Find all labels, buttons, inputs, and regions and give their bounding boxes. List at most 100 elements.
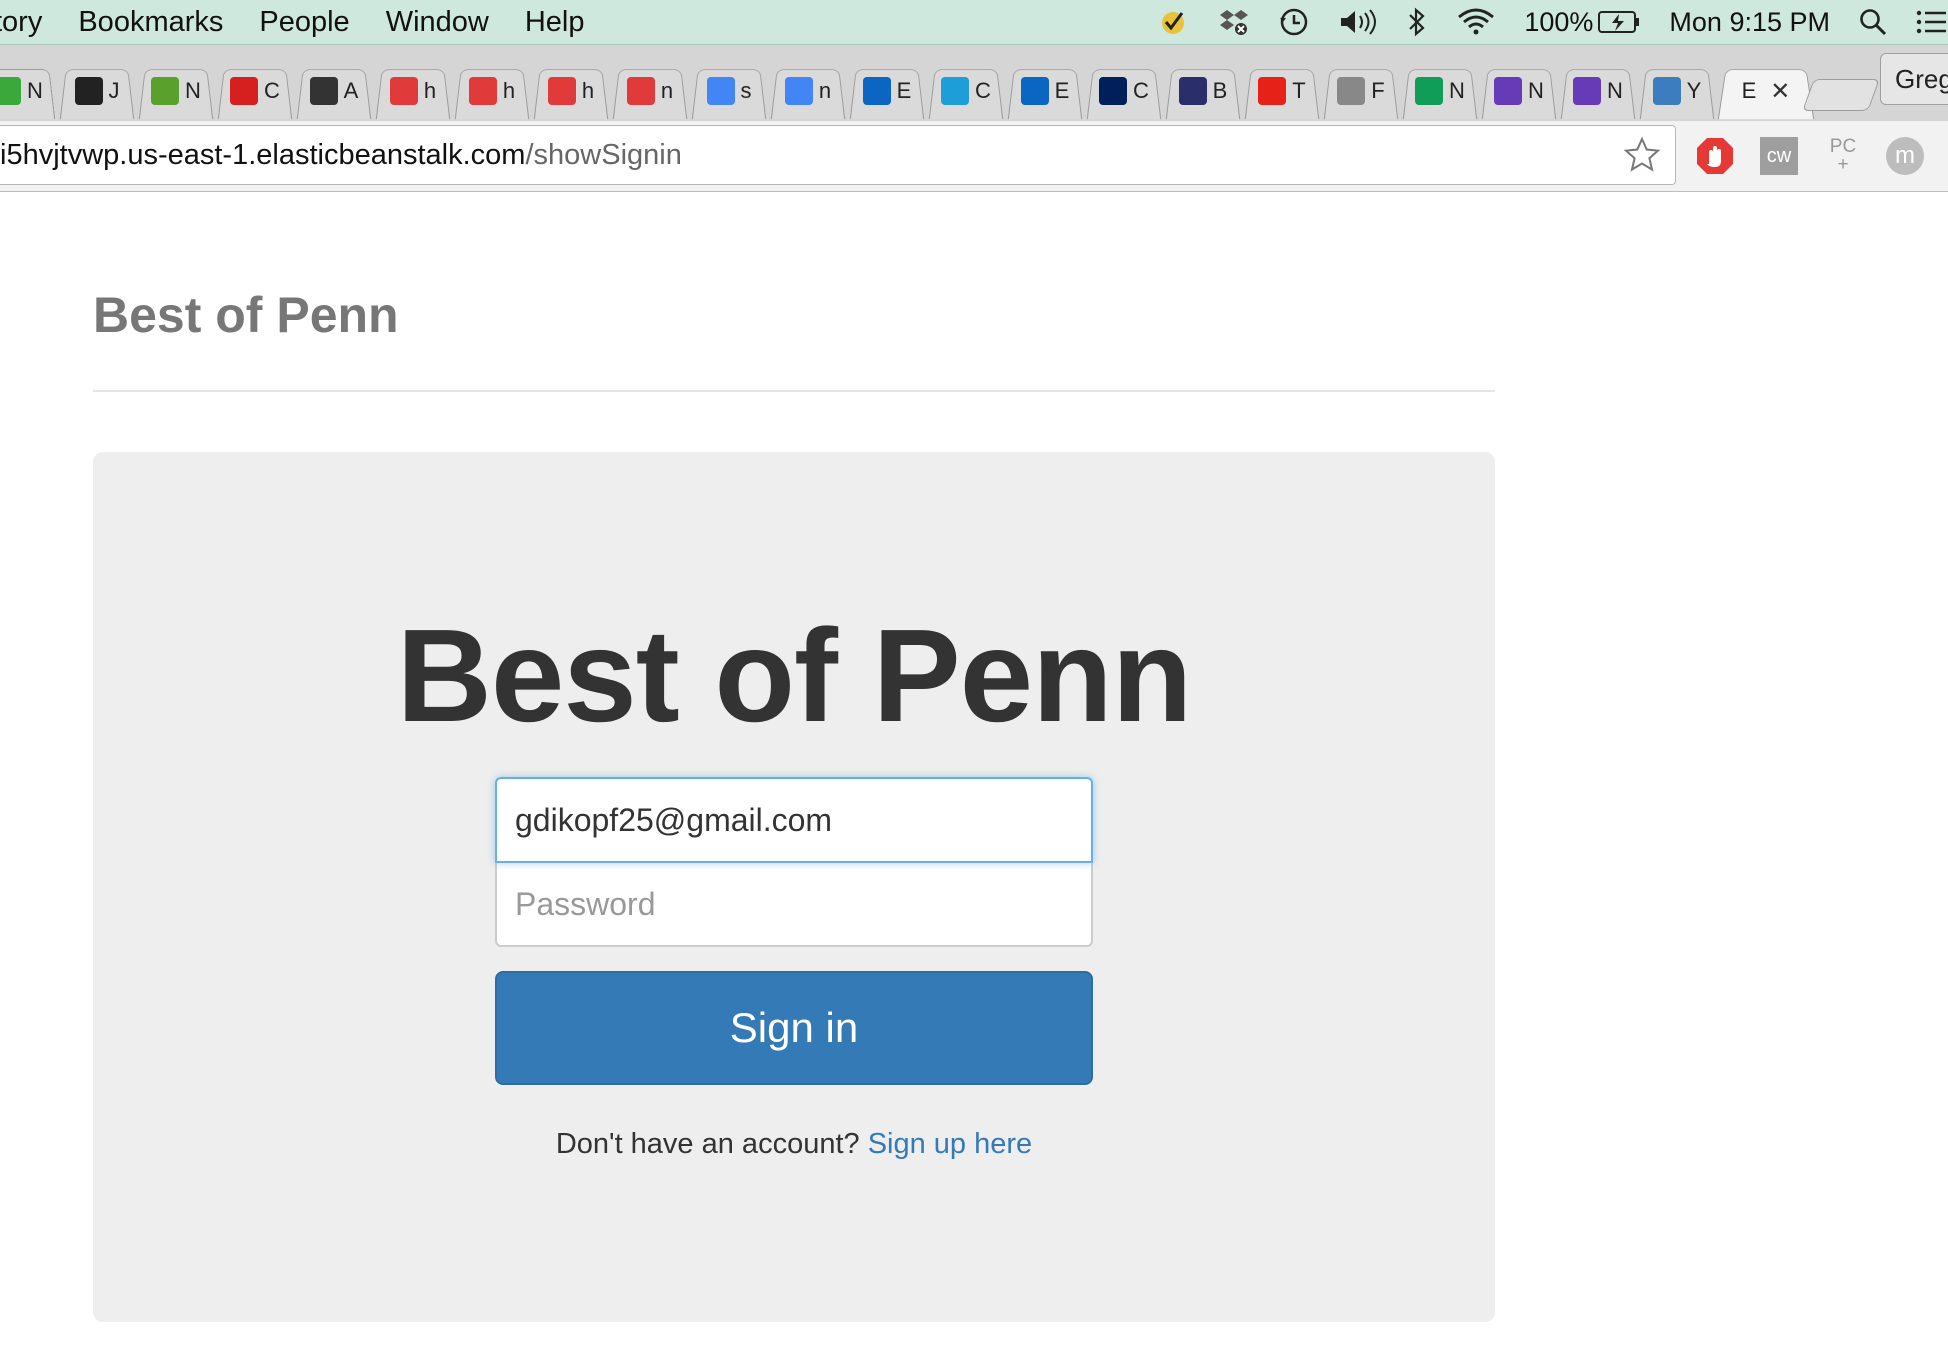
cw-icon[interactable]: cw [1758,135,1800,177]
pc-plus-icon[interactable]: PC + [1822,135,1864,177]
forms-icon [1494,77,1523,105]
tab[interactable]: N [1558,65,1638,117]
tab[interactable]: A [294,65,374,117]
battery-status[interactable]: 100% [1524,7,1641,38]
tab-label: B [1212,78,1228,103]
spotlight-search-icon[interactable] [1858,7,1888,37]
new-tab-button[interactable] [1802,79,1880,111]
google-icon [706,77,735,105]
tab[interactable]: J [57,65,137,117]
tab[interactable]: F [1321,65,1401,117]
menu-history[interactable]: tory [0,6,60,39]
penn-shield-icon [1099,77,1128,105]
menu-people[interactable]: People [241,6,367,39]
tab[interactable]: N [136,65,216,117]
tab[interactable]: h [373,65,453,117]
tab[interactable]: h [531,65,611,117]
document-icon [1337,77,1366,105]
canvas-icon [547,77,576,105]
tab-label: h [581,78,595,103]
tab[interactable]: Y [1637,65,1717,117]
canvas-icon [626,77,655,105]
info-icon [230,77,259,105]
m-avatar-icon[interactable]: m [1884,135,1926,177]
tab[interactable]: h [452,65,532,117]
tab-strip: N J N C Ah h h n s n E C E C B T F N N N Y E ✕ Greg [0,45,1948,122]
cw-label: cw [1760,137,1798,175]
tab[interactable]: T [1242,65,1322,117]
tab-close-icon[interactable]: ✕ [1770,77,1790,106]
signin-panel: Best of Penn Sign in Don't have an accou… [93,452,1495,1322]
signup-link[interactable]: Sign up here [868,1128,1032,1160]
checkmark-icon[interactable] [1158,7,1188,37]
volume-icon[interactable] [1338,7,1378,37]
site-header-title[interactable]: Best of Penn [93,286,399,344]
tab[interactable]: B [1163,65,1243,117]
tab-label: N [1607,78,1623,103]
notification-center-icon[interactable] [1916,9,1946,35]
journal-icon [74,77,103,105]
menu-bar: tory Bookmarks People Window Help 100% M… [0,0,1948,45]
tab[interactable]: n [610,65,690,117]
canvas-icon [389,77,418,105]
tab[interactable]: C [1084,65,1164,117]
tab-label: h [502,78,516,103]
tab-label: s [740,78,752,103]
clock[interactable]: Mon 9:15 PM [1669,7,1830,38]
url-host: i5hvjtvwp.us-east-1.elasticbeanstalk.com [0,138,526,171]
tab-active[interactable]: E ✕ [1716,65,1816,117]
bottle-icon [1178,77,1207,105]
forms-icon [1573,77,1602,105]
tab[interactable]: E [847,65,927,117]
battery-percent: 100% [1524,6,1594,37]
menu-bookmarks[interactable]: Bookmarks [60,6,241,39]
tab[interactable]: N [0,65,58,117]
youtube-icon [1258,77,1287,105]
menu-help[interactable]: Help [507,6,603,39]
signup-prompt: Don't have an account? [555,1128,860,1160]
adblock-icon[interactable] [1694,135,1736,177]
tab-label: E [1054,78,1070,103]
tab-label: F [1371,78,1385,103]
email-input[interactable] [495,777,1093,863]
dropbox-icon[interactable] [1216,7,1250,37]
browser-toolbar: i5hvjtvwp.us-east-1.elasticbeanstalk.com… [0,121,1948,192]
menu-window[interactable]: Window [368,6,507,39]
sign-in-button[interactable]: Sign in [495,971,1093,1085]
tab[interactable]: C [215,65,295,117]
bookmark-star-icon[interactable] [1623,136,1661,182]
tab[interactable]: N [1400,65,1480,117]
jumbo-title: Best of Penn [396,602,1193,749]
bluetooth-icon[interactable] [1406,6,1428,38]
signup-line: Don't have an account? Sign up here [93,1128,1495,1161]
tab[interactable]: n [768,65,848,117]
sheets-icon [1415,77,1444,105]
evernote-icon [0,77,22,105]
m-avatar-label: m [1886,137,1924,175]
tab[interactable]: C [926,65,1006,117]
canvas-icon [468,77,497,105]
password-input[interactable] [495,861,1093,947]
google-icon [784,77,813,105]
angellist-icon [309,77,338,105]
tab-list: N J N C Ah h h n s n E C E C B T F N N N Y E ✕ [0,65,1815,117]
tab-label: J [108,78,120,103]
tab[interactable]: N [1479,65,1559,117]
address-bar[interactable]: i5hvjtvwp.us-east-1.elasticbeanstalk.com… [0,125,1676,185]
header-divider [93,390,1495,392]
status-area: 100% Mon 9:15 PM [1144,0,1948,44]
tab-label: E [896,78,912,103]
tab-label: T [1292,78,1306,103]
tab-label: n [660,78,674,103]
cloud-icon [1652,77,1681,105]
time-machine-icon[interactable] [1278,6,1310,38]
linkedin-icon [862,77,891,105]
tab[interactable]: E [1005,65,1085,117]
tab[interactable]: s [689,65,769,117]
tab-label: Y [1686,78,1702,103]
url-path: /showSignin [525,138,682,171]
battery-icon [1598,11,1640,33]
tab-label: C [975,78,991,103]
wifi-icon[interactable] [1456,7,1496,37]
profile-button[interactable]: Greg [1880,53,1948,105]
